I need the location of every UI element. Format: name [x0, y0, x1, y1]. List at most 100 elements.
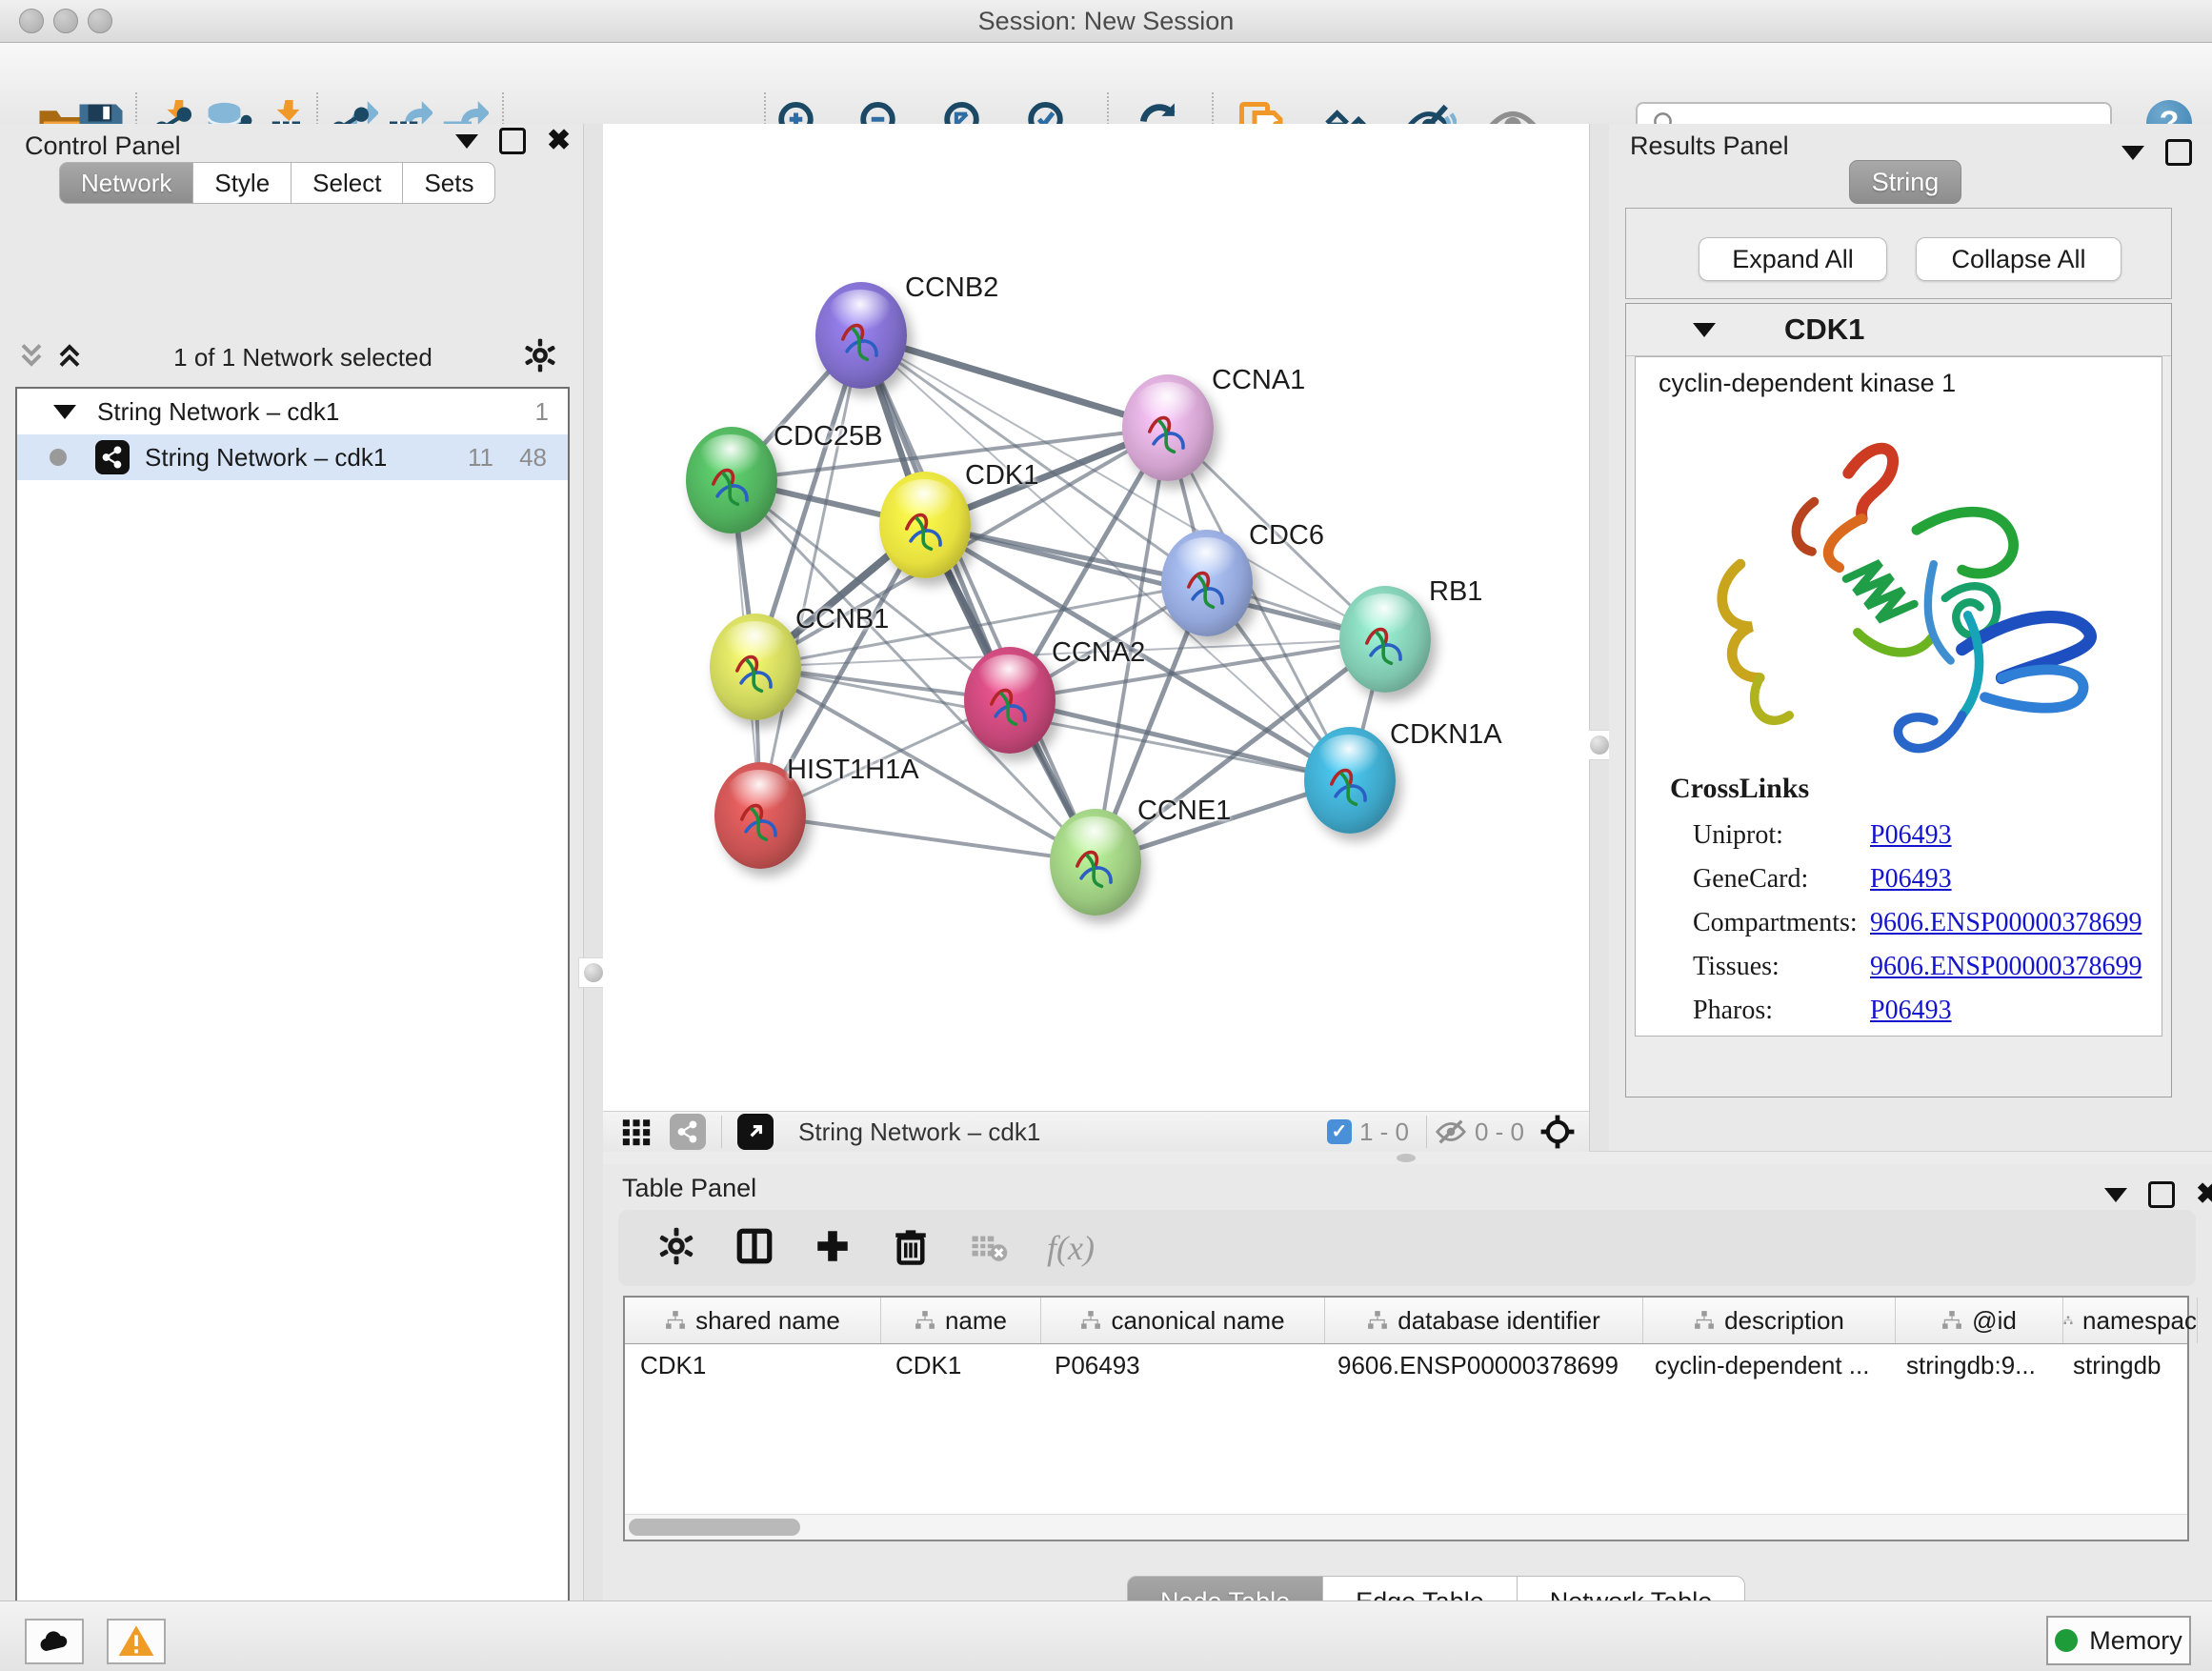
- add-column-icon[interactable]: [813, 1226, 853, 1271]
- column-header-label: name: [945, 1306, 1007, 1336]
- center-view-icon[interactable]: [1539, 1114, 1576, 1150]
- node-label-CCNA1: CCNA1: [1212, 365, 1305, 396]
- tab-select[interactable]: Select: [292, 162, 403, 204]
- panel-close-icon[interactable]: ✖: [547, 131, 571, 151]
- cloud-button[interactable]: [25, 1619, 84, 1664]
- node-label-CCNB1: CCNB1: [795, 604, 889, 635]
- crosslink-link[interactable]: P06493: [1870, 820, 1952, 864]
- node-CDC25B[interactable]: [686, 427, 777, 534]
- node-RB1[interactable]: [1339, 586, 1431, 693]
- panel-menu-icon[interactable]: [2104, 1188, 2127, 1202]
- table-cell: P06493: [1039, 1351, 1322, 1380]
- crosslink-label: GeneCard:: [1693, 864, 1870, 908]
- node-label-HIST1H1A: HIST1H1A: [787, 755, 919, 786]
- results-panel: Results Panel ✖ String Expand All Collap…: [1609, 124, 2212, 1151]
- options-gear-icon[interactable]: [522, 337, 558, 378]
- memory-status-icon: [2055, 1629, 2078, 1652]
- tab-style[interactable]: Style: [193, 162, 292, 204]
- column-header-description[interactable]: description: [1643, 1298, 1896, 1343]
- column-header-canonical-name[interactable]: canonical name: [1041, 1298, 1325, 1343]
- panel-menu-icon[interactable]: [2122, 146, 2144, 160]
- expand-all-button[interactable]: Expand All: [1699, 237, 1887, 281]
- hidden-eye-slash-icon[interactable]: [1435, 1116, 1467, 1148]
- node-CCNA2[interactable]: [964, 647, 1056, 754]
- collection-count: 1: [535, 397, 549, 427]
- node-CDK1[interactable]: [879, 472, 971, 578]
- warning-button[interactable]: [107, 1619, 166, 1664]
- gene-description: cyclin-dependent kinase 1: [1659, 369, 1956, 398]
- splitter-handle-icon[interactable]: [1397, 1154, 1416, 1162]
- panel-menu-icon[interactable]: [455, 134, 478, 149]
- crosslinks-title: CrossLinks: [1670, 773, 1809, 805]
- column-header-database-identifier[interactable]: database identifier: [1325, 1298, 1643, 1343]
- protein-thumbnail-icon: [895, 498, 955, 559]
- scrollbar-thumb[interactable]: [629, 1519, 800, 1536]
- tab-string[interactable]: String: [1849, 160, 1961, 204]
- node-CCNB1[interactable]: [710, 614, 801, 720]
- edge-count: 48: [519, 443, 547, 473]
- crosslink-link[interactable]: P06493: [1870, 996, 1952, 1039]
- function-builder-icon[interactable]: f(x): [1047, 1228, 1095, 1268]
- table-header-row: shared name name canonical namedatabase id…: [625, 1298, 2187, 1344]
- protein-thumbnail-icon: [730, 789, 791, 850]
- tree-expander-icon[interactable]: [53, 405, 76, 419]
- delete-table-icon[interactable]: [969, 1226, 1009, 1271]
- column-header-namespac[interactable]: namespac: [2063, 1298, 2198, 1343]
- panel-float-icon[interactable]: [2148, 1181, 2175, 1208]
- column-header--id[interactable]: @id: [1896, 1298, 2063, 1343]
- table-gear-icon[interactable]: [656, 1226, 696, 1271]
- expand-all-icon[interactable]: [55, 339, 84, 376]
- node-CCNB2[interactable]: [815, 282, 907, 389]
- right-splitter[interactable]: [1589, 124, 1610, 1151]
- table-toolbar: f(x): [618, 1210, 2196, 1286]
- left-splitter[interactable]: [583, 124, 604, 1601]
- network-collection-label: String Network – cdk1: [97, 397, 339, 427]
- memory-label: Memory: [2089, 1626, 2182, 1656]
- crosslink-link[interactable]: 9606.ENSP00000378699: [1870, 908, 2142, 952]
- delete-column-icon[interactable]: [891, 1226, 931, 1271]
- column-header-shared-name[interactable]: shared name: [625, 1298, 881, 1343]
- crosslink-link[interactable]: P06493: [1870, 864, 1952, 908]
- column-header-label: @id: [1972, 1306, 2017, 1336]
- network-status-dot-icon: [50, 449, 67, 466]
- node-CCNE1[interactable]: [1050, 809, 1141, 916]
- node-count: 11: [468, 443, 493, 473]
- panel-float-icon[interactable]: [499, 128, 526, 154]
- results-entry-header[interactable]: CDK1: [1626, 304, 2171, 356]
- tab-sets[interactable]: Sets: [403, 162, 495, 204]
- column-header-label: namespac: [2082, 1306, 2197, 1336]
- status-bar: Memory: [0, 1601, 2212, 1671]
- crosslink-link[interactable]: 9606.ENSP00000378699: [1870, 952, 2142, 996]
- grid-view-icon[interactable]: [620, 1116, 653, 1148]
- node-CCNA1[interactable]: [1122, 374, 1214, 481]
- entry-expander-icon[interactable]: [1693, 323, 1716, 337]
- birdseye-view-icon[interactable]: [737, 1114, 774, 1150]
- results-panel-title: Results Panel: [1630, 131, 1789, 161]
- panel-float-icon[interactable]: [2165, 139, 2192, 166]
- network-share-icon[interactable]: [670, 1114, 706, 1150]
- node-CDC6[interactable]: [1161, 530, 1253, 636]
- table-horizontal-scrollbar[interactable]: [625, 1514, 2187, 1540]
- column-header-label: shared name: [695, 1306, 840, 1336]
- network-tree-child-row[interactable]: String Network – cdk1 11 48: [17, 434, 568, 480]
- selected-checkbox-icon[interactable]: ✓: [1327, 1119, 1352, 1144]
- table-row[interactable]: CDK1CDK1P064939606.ENSP00000378699cyclin…: [625, 1344, 2187, 1386]
- control-panel: Control Panel ✖ NetworkStyleSelectSets 1…: [0, 124, 584, 1601]
- node-label-CDKN1A: CDKN1A: [1390, 719, 1502, 751]
- column-header-name[interactable]: name: [881, 1298, 1041, 1343]
- network-canvas[interactable]: CCNB2 CCNA1 CDC25B CDK1 CDC6 RB1 CCNB1 C…: [603, 124, 1589, 1111]
- memory-button[interactable]: Memory: [2046, 1616, 2191, 1665]
- panel-close-icon[interactable]: ✖: [2196, 1184, 2212, 1205]
- tab-network[interactable]: Network: [59, 162, 193, 204]
- edge-HIST1H1A-CCNE1: [760, 815, 1096, 862]
- crosslink-row: Uniprot:P06493: [1693, 820, 2150, 864]
- protein-thumbnail-icon: [725, 640, 786, 701]
- collapse-all-icon[interactable]: [17, 339, 46, 376]
- node-CDKN1A[interactable]: [1304, 727, 1396, 834]
- network-tree-root-row[interactable]: String Network – cdk1 1: [17, 389, 568, 434]
- protein-thumbnail-icon: [1065, 836, 1126, 896]
- show-columns-icon[interactable]: [734, 1226, 774, 1271]
- collapse-all-button[interactable]: Collapse All: [1916, 237, 2122, 281]
- table-cell: stringdb: [2058, 1351, 2191, 1380]
- gene-name: CDK1: [1784, 312, 1864, 347]
